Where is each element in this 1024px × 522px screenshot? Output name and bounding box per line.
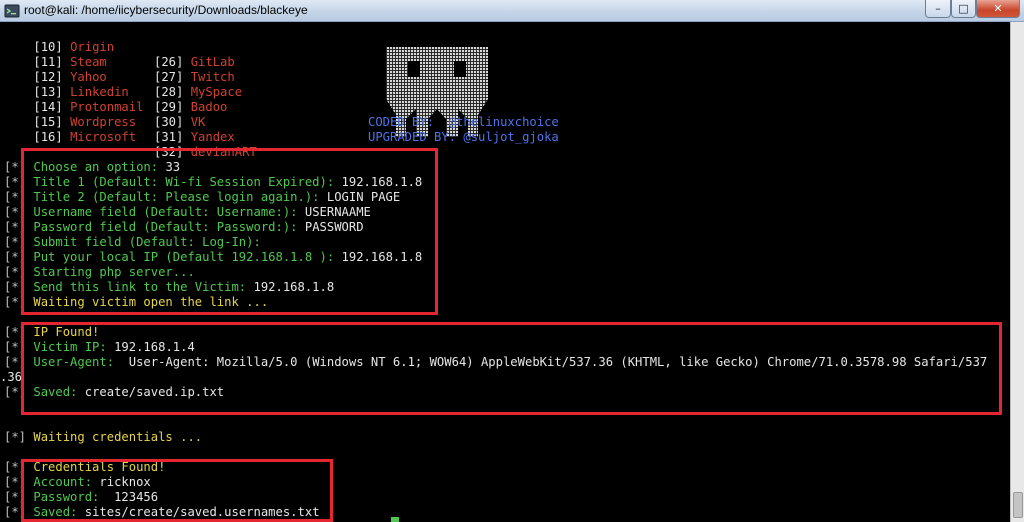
menu-number: [30] (154, 115, 184, 129)
menu-option: VK (190, 115, 206, 129)
menu-number: [29] (154, 100, 184, 114)
menu-number: [27] (154, 70, 184, 84)
highlight-box-credentials (21, 459, 333, 522)
menu-option: Twitch (190, 70, 235, 84)
menu-row: [10] Origin [26] GitLab (4, 25, 234, 69)
terminal-app-icon (4, 4, 20, 18)
window-title: root@kali: /home/iicybersecurity/Downloa… (24, 3, 308, 17)
output-line: [*] Waiting credentials ... (4, 430, 202, 445)
upgraded-by-credit: UPGRADED BY: @suljot_gjoka (368, 130, 559, 144)
waiting-credentials: Waiting credentials ... (33, 430, 203, 444)
user-agent-wrap: .36 (0, 370, 23, 384)
menu-option: MySpace (190, 85, 243, 99)
maximize-button[interactable]: □ (951, 0, 976, 18)
menu-number: [28] (154, 85, 184, 99)
menu-option: Microsoft (70, 130, 137, 144)
highlight-box-ip-found (21, 322, 1002, 415)
terminal-cursor (391, 517, 399, 522)
menu-option: GitLab (190, 55, 235, 69)
coded-by-credit: CODED BY: @thelinuxchoice (368, 115, 559, 129)
menu-option: Badoo (190, 100, 228, 114)
vertical-scrollbar[interactable] (1010, 22, 1024, 522)
highlight-box-config (21, 148, 438, 315)
menu-row: [16] Microsoft [32] devianART (4, 115, 256, 159)
menu-row: [15] Wordpress [31] Yandex (4, 100, 234, 144)
close-button[interactable]: ✕ (976, 0, 1020, 18)
minimize-button[interactable]: – (925, 0, 951, 18)
menu-row: [12] Yahoo [28] MySpace (4, 55, 242, 99)
menu-number: [26] (154, 55, 184, 69)
menu-row: [14] Protonmail [30] VK (4, 85, 205, 129)
prefix: [*] (4, 430, 27, 444)
menu-number: [31] (154, 130, 184, 144)
window-titlebar[interactable]: root@kali: /home/iicybersecurity/Downloa… (0, 0, 1024, 22)
scrollbar-thumb[interactable] (1013, 492, 1023, 518)
menu-row: [11] Steam [27] Twitch (4, 40, 234, 84)
menu-option: Yandex (190, 130, 235, 144)
menu-row: [13] Linkedin [29] Badoo (4, 70, 227, 114)
menu-number: [16] (33, 130, 63, 144)
